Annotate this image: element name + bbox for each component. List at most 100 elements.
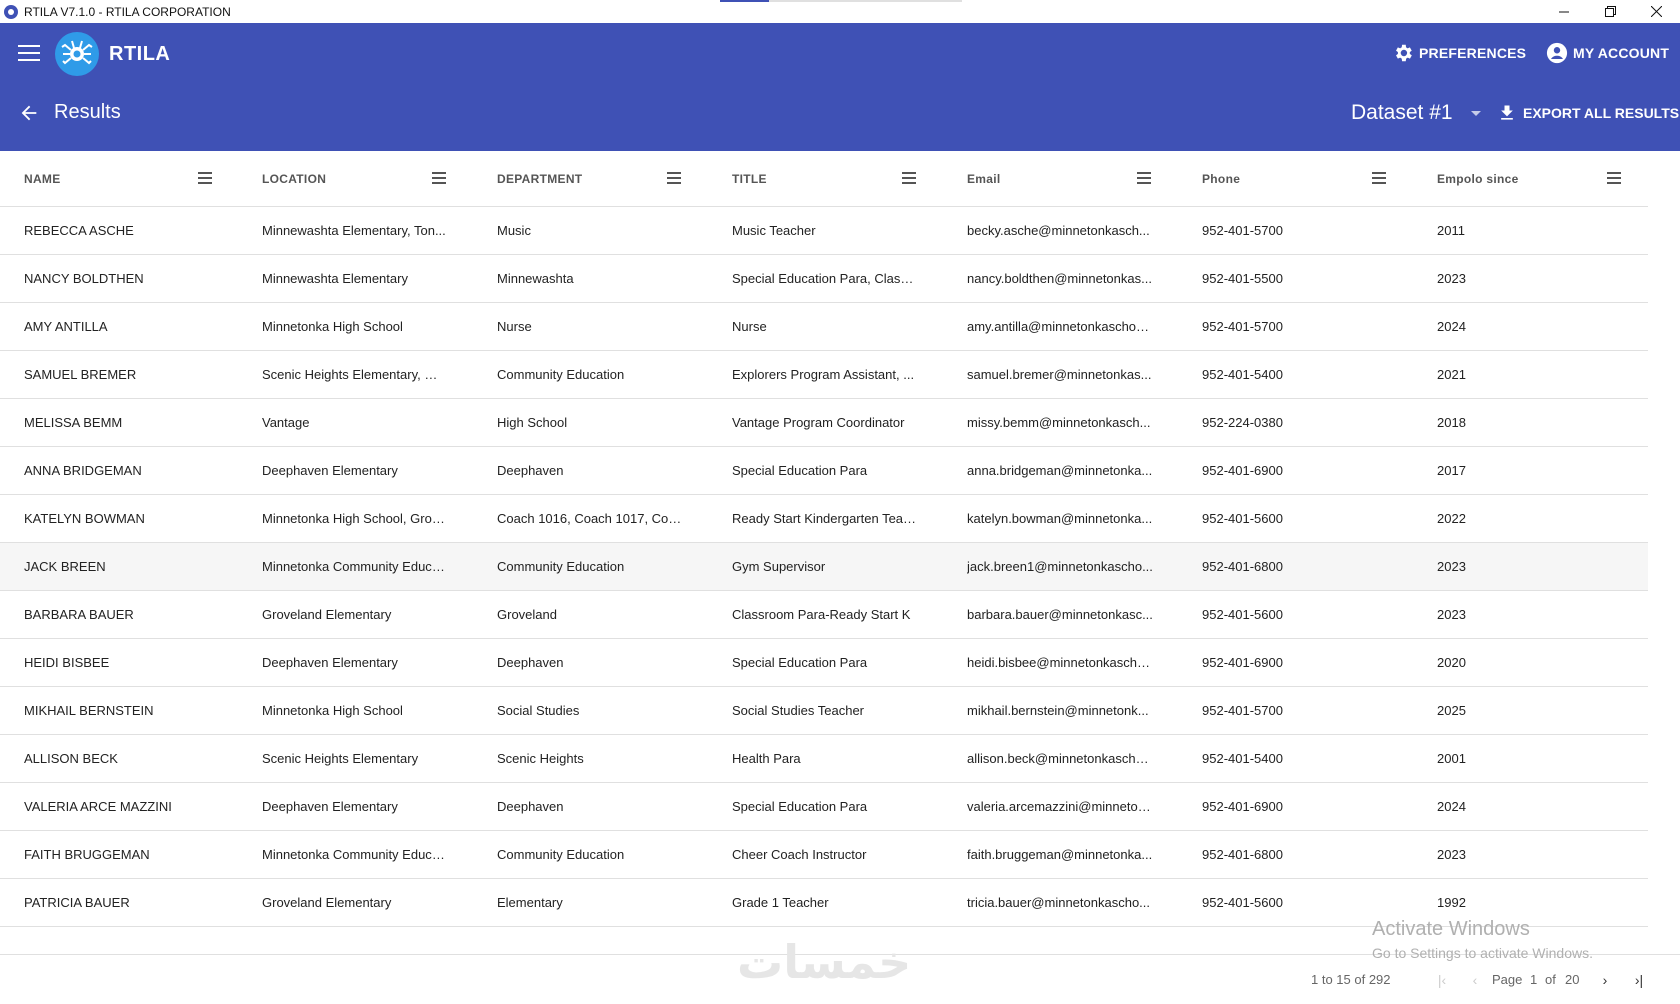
cell-name: AMY ANTILLA <box>24 319 108 334</box>
cell-location: Groveland Elementary <box>262 607 392 622</box>
cell-employed-since: 2017 <box>1437 463 1466 478</box>
page-label: Page <box>1492 972 1523 987</box>
table-row[interactable]: BARBARA BAUER Groveland Elementary Grovela… <box>0 591 1648 639</box>
cell-title: Grade 1 Teacher <box>732 895 829 910</box>
spider-logo-icon <box>61 40 93 65</box>
cell-location: Minnetonka Community Educa... <box>262 559 448 574</box>
cell-location: Deephaven Elementary <box>262 463 398 478</box>
column-menu-icon[interactable] <box>1372 172 1386 184</box>
last-page-button[interactable]: ›| <box>1629 970 1649 990</box>
khamsat-watermark-logo: خمسات <box>737 935 912 989</box>
total-pages: 20 <box>1565 972 1580 987</box>
cell-title: Vantage Program Coordinator <box>732 415 905 430</box>
cell-location: Minnetonka High School <box>262 319 403 334</box>
column-header-email[interactable]: Email <box>967 151 1153 207</box>
gear-icon <box>1396 44 1412 62</box>
cell-location: Scenic Heights Elementary, Mi... <box>262 367 448 382</box>
cell-location: Deephaven Elementary <box>262 655 398 670</box>
cell-phone: 952-401-5700 <box>1202 703 1283 718</box>
cell-title: Special Education Para <box>732 799 868 814</box>
cell-name: HEIDI BISBEE <box>24 655 110 670</box>
cell-title: Special Education Para <box>732 463 868 478</box>
column-menu-icon[interactable] <box>198 172 212 184</box>
table-row[interactable]: JACK BREEN Minnetonka Community Educa... C… <box>0 543 1648 591</box>
cell-name: JACK BREEN <box>24 559 106 574</box>
cell-location: Vantage <box>262 415 310 430</box>
column-header-location[interactable]: LOCATION <box>262 151 448 207</box>
cell-email: barbara.bauer@minnetonkasc... <box>967 607 1153 622</box>
current-page: 1 <box>1530 972 1538 987</box>
cell-title: Cheer Coach Instructor <box>732 847 867 862</box>
cell-department: Nurse <box>497 319 532 334</box>
cell-email: tricia.bauer@minnetonkascho... <box>967 895 1151 910</box>
cell-name: ANNA BRIDGEMAN <box>24 463 142 478</box>
column-menu-icon[interactable] <box>432 172 446 184</box>
table-row[interactable]: MELISSA BEMM Vantage High School Vantage Pr… <box>0 399 1648 447</box>
cell-title: Explorers Program Assistant, ... <box>732 367 915 382</box>
cell-name: BARBARA BAUER <box>24 607 134 622</box>
minimize-button[interactable] <box>1541 0 1587 23</box>
table-body: REBECCA ASCHE Minnewashta Elementary, Ton… <box>0 207 1648 927</box>
table-row[interactable]: VALERIA ARCE MAZZINI Deephaven Elementary… <box>0 783 1648 831</box>
column-header-employed-since[interactable]: Empolo since <box>1437 151 1623 207</box>
window-titlebar: RTILA V7.1.0 - RTILA CORPORATION <box>0 0 1680 23</box>
first-page-button[interactable]: |‹ <box>1432 970 1452 990</box>
cell-location: Minnetonka High School, Grov... <box>262 511 448 526</box>
cell-phone: 952-401-5700 <box>1202 223 1283 238</box>
cell-location: Minnetonka High School <box>262 703 403 718</box>
table-row[interactable]: REBECCA ASCHE Minnewashta Elementary, Ton… <box>0 207 1648 255</box>
column-menu-icon[interactable] <box>902 172 916 184</box>
cell-phone: 952-401-5700 <box>1202 319 1283 334</box>
cell-title: Health Para <box>732 751 801 766</box>
cell-phone: 952-401-5600 <box>1202 607 1283 622</box>
minimize-icon <box>1559 11 1569 12</box>
table-row[interactable]: AMY ANTILLA Minnetonka High School Nurse Nu… <box>0 303 1648 351</box>
cell-name: MIKHAIL BERNSTEIN <box>24 703 154 718</box>
cell-email: samuel.bremer@minnetonkas... <box>967 367 1152 382</box>
table-row[interactable]: HEIDI BISBEE Deephaven Elementary Deephave… <box>0 639 1648 687</box>
dataset-select[interactable]: Dataset #1 <box>1351 101 1481 125</box>
next-page-button[interactable]: › <box>1595 970 1615 990</box>
my-account-button[interactable]: MY ACCOUNT <box>1546 42 1669 64</box>
table-row[interactable]: KATELYN BOWMAN Minnetonka High School, Gr… <box>0 495 1648 543</box>
menu-icon[interactable] <box>18 45 40 61</box>
column-header-title[interactable]: TITLE <box>732 151 918 207</box>
table-row[interactable]: FAITH BRUGGEMAN Minnetonka Community Educ… <box>0 831 1648 879</box>
page-title: Results <box>54 101 121 123</box>
cell-employed-since: 2020 <box>1437 655 1466 670</box>
table-row[interactable]: ALLISON BECK Scenic Heights Elementary Sce… <box>0 735 1648 783</box>
table-row[interactable]: ANNA BRIDGEMAN Deephaven Elementary Deepha… <box>0 447 1648 495</box>
cell-phone: 952-401-6900 <box>1202 463 1283 478</box>
column-menu-icon[interactable] <box>667 172 681 184</box>
preferences-label: PREFERENCES <box>1419 45 1527 61</box>
cell-employed-since: 2024 <box>1437 799 1466 814</box>
previous-page-button[interactable]: ‹ <box>1465 970 1485 990</box>
cell-phone: 952-401-5500 <box>1202 271 1283 286</box>
column-header-phone[interactable]: Phone <box>1202 151 1388 207</box>
table-row[interactable]: SAMUEL BREMER Scenic Heights Elementary, … <box>0 351 1648 399</box>
column-menu-icon[interactable] <box>1607 172 1621 184</box>
column-header-name[interactable]: NAME <box>24 151 214 207</box>
close-window-button[interactable] <box>1633 0 1679 23</box>
back-button[interactable] <box>18 102 40 124</box>
table-row[interactable]: MIKHAIL BERNSTEIN Minnetonka High School S… <box>0 687 1648 735</box>
cell-location: Minnetonka Community Educa... <box>262 847 448 862</box>
cell-department: Coach 1016, Coach 1017, Coa... <box>497 511 683 526</box>
cell-email: missy.bemm@minnetonkasch... <box>967 415 1151 430</box>
arrow-left-icon <box>21 105 37 121</box>
column-header-department[interactable]: DEPARTMENT <box>497 151 683 207</box>
restore-button[interactable] <box>1587 0 1633 23</box>
cell-department: Deephaven <box>497 655 564 670</box>
export-all-results-button[interactable]: EXPORT ALL RESULTS <box>1497 103 1679 123</box>
cell-name: NANCY BOLDTHEN <box>24 271 144 286</box>
app-icon <box>4 4 18 19</box>
cell-employed-since: 2023 <box>1437 559 1466 574</box>
cell-name: KATELYN BOWMAN <box>24 511 145 526</box>
my-account-label: MY ACCOUNT <box>1573 45 1670 61</box>
column-menu-icon[interactable] <box>1137 172 1151 184</box>
cell-email: anna.bridgeman@minnetonka... <box>967 463 1153 478</box>
table-row[interactable]: NANCY BOLDTHEN Minnewashta Elementary Minn… <box>0 255 1648 303</box>
loading-progress-bar <box>720 0 962 2</box>
cell-employed-since: 2022 <box>1437 511 1466 526</box>
preferences-button[interactable]: PREFERENCES <box>1392 42 1526 64</box>
